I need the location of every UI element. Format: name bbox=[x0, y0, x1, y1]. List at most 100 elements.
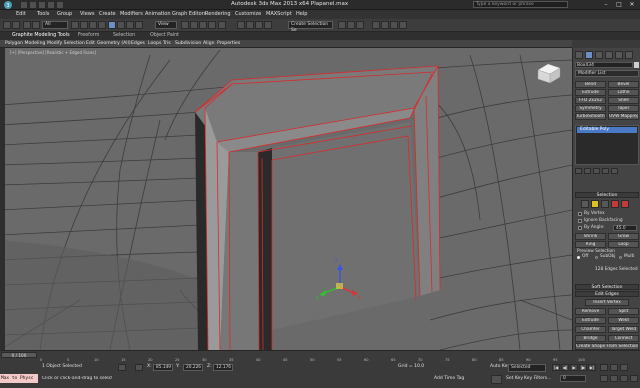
bend-button[interactable]: Bend bbox=[575, 81, 606, 88]
ribbon-properties[interactable]: Properties bbox=[217, 41, 240, 46]
layer-manager-icon[interactable] bbox=[255, 21, 263, 29]
menu-customize[interactable]: Customize bbox=[235, 11, 261, 17]
align-icon[interactable] bbox=[246, 21, 254, 29]
ring-button[interactable]: Ring bbox=[575, 241, 606, 248]
open-icon[interactable] bbox=[29, 1, 37, 9]
selected-keys-dropdown[interactable]: Selected bbox=[508, 364, 546, 372]
add-time-tag-button[interactable]: Add Time Tag bbox=[434, 376, 464, 381]
lathe-button[interactable]: Lathe bbox=[608, 89, 639, 96]
percent-snap-icon[interactable] bbox=[199, 21, 207, 29]
absolute-mode-icon[interactable] bbox=[135, 364, 143, 371]
symmetry-button[interactable]: Symmetry bbox=[575, 105, 606, 112]
display-tab-icon[interactable] bbox=[615, 51, 623, 59]
uvw-mapping-clear-button[interactable]: UVW Mapping Cle bbox=[608, 113, 639, 120]
object-name-field[interactable]: Box434 bbox=[575, 62, 633, 68]
render-setup-icon[interactable] bbox=[372, 21, 380, 29]
material-editor-icon[interactable] bbox=[356, 21, 364, 29]
lock-selection-icon[interactable] bbox=[118, 364, 126, 371]
move-icon[interactable] bbox=[108, 21, 116, 29]
unlink-icon[interactable] bbox=[32, 21, 40, 29]
pan-icon[interactable] bbox=[610, 375, 618, 382]
schematic-view-icon[interactable] bbox=[347, 21, 355, 29]
new-icon[interactable] bbox=[20, 1, 28, 9]
edge-mode-icon[interactable] bbox=[591, 200, 599, 208]
ribbon-polygon-modeling[interactable]: Polygon Modeling bbox=[5, 41, 45, 46]
menu-help[interactable]: Help bbox=[296, 11, 307, 17]
current-frame-field[interactable]: 0 bbox=[560, 375, 586, 382]
timeline[interactable]: 0 / 100 0 5 10 15 20 25 30 35 40 45 50 5… bbox=[0, 350, 640, 362]
zoom-extents-icon[interactable] bbox=[620, 364, 628, 371]
minimize-button[interactable]: – bbox=[600, 1, 612, 9]
ribbon-geometry[interactable]: Geometry (All) bbox=[97, 41, 131, 46]
extrude-mod-button[interactable]: Extrude bbox=[575, 89, 606, 96]
shrink-button[interactable]: Shrink bbox=[575, 233, 606, 240]
pivot-icon[interactable] bbox=[135, 21, 143, 29]
save-icon[interactable] bbox=[38, 1, 46, 9]
menu-maxscript[interactable]: MAXScript bbox=[266, 11, 292, 17]
create-tab-icon[interactable] bbox=[575, 51, 583, 59]
next-frame-icon[interactable]: |▶ bbox=[579, 364, 587, 371]
menu-tools[interactable]: Tools bbox=[37, 11, 49, 17]
tab-selection[interactable]: Selection bbox=[113, 33, 135, 38]
close-button[interactable]: ✕ bbox=[626, 1, 638, 9]
ribbon-modify-selection[interactable]: Modify Selection bbox=[47, 41, 85, 46]
utilities-tab-icon[interactable] bbox=[625, 51, 633, 59]
reference-coordinate-dropdown[interactable]: View bbox=[155, 21, 177, 29]
hierarchy-tab-icon[interactable] bbox=[595, 51, 603, 59]
set-key-button[interactable]: Set Key bbox=[506, 376, 523, 381]
configure-sets-icon[interactable] bbox=[611, 168, 618, 174]
snaps-toggle-icon[interactable] bbox=[181, 21, 189, 29]
menu-graph-editors[interactable]: Graph Editors bbox=[172, 11, 206, 17]
undo-toolbar-icon[interactable] bbox=[3, 21, 11, 29]
ribbon-edit[interactable]: Edit bbox=[86, 41, 95, 46]
menu-create[interactable]: Create bbox=[99, 11, 116, 17]
menu-group[interactable]: Group bbox=[57, 11, 72, 17]
ribbon-subdivision[interactable]: Subdivision bbox=[175, 41, 201, 46]
weld-button[interactable]: Weld bbox=[608, 317, 639, 324]
field-of-view-icon[interactable] bbox=[600, 375, 608, 382]
redo-toolbar-icon[interactable] bbox=[12, 21, 20, 29]
viewcube-icon[interactable] bbox=[536, 62, 562, 84]
insert-vertex-button[interactable]: Insert Vertex bbox=[585, 299, 629, 306]
preview-subobj-radio[interactable] bbox=[595, 256, 598, 259]
curve-editor-icon[interactable] bbox=[338, 21, 346, 29]
undo-icon[interactable] bbox=[47, 1, 55, 9]
rotate-icon[interactable] bbox=[117, 21, 125, 29]
split-button[interactable]: Split bbox=[608, 308, 639, 315]
set-key-icon[interactable] bbox=[491, 375, 502, 384]
bevel-button[interactable]: Bevel bbox=[608, 81, 639, 88]
window-crossing-icon[interactable] bbox=[98, 21, 106, 29]
rendered-frame-icon[interactable] bbox=[381, 21, 389, 29]
menu-rendering[interactable]: Rendering bbox=[205, 11, 231, 17]
motion-tab-icon[interactable] bbox=[605, 51, 613, 59]
tab-graphite-modeling-tools[interactable]: Graphite Modeling Tools bbox=[12, 33, 70, 38]
ribbon-edges[interactable]: Edges bbox=[131, 41, 145, 46]
link-icon[interactable] bbox=[23, 21, 31, 29]
turbosmooth-button[interactable]: TurboSmooth bbox=[575, 113, 606, 120]
time-slider[interactable]: 0 / 100 bbox=[1, 352, 37, 358]
zoom-icon[interactable] bbox=[600, 364, 608, 371]
target-weld-button[interactable]: Target Weld bbox=[608, 326, 639, 333]
ribbon-loops[interactable]: Loops bbox=[148, 41, 161, 46]
menu-animation[interactable]: Animation bbox=[145, 11, 171, 17]
rectangular-selection-icon[interactable] bbox=[89, 21, 97, 29]
maxscript-listener[interactable]: Max to Physc bbox=[0, 374, 38, 383]
z-coordinate-field[interactable]: 12.176 bbox=[213, 364, 233, 371]
border-mode-icon[interactable] bbox=[601, 200, 609, 208]
app-logo-icon[interactable]: 3 bbox=[2, 0, 16, 10]
element-mode-icon[interactable] bbox=[621, 200, 629, 208]
vertex-mode-icon[interactable] bbox=[581, 200, 589, 208]
ignore-backfacing-checkbox[interactable] bbox=[578, 219, 582, 223]
search-input[interactable]: Type a keyword or phrase bbox=[473, 1, 568, 8]
play-icon[interactable]: ▶ bbox=[570, 364, 578, 371]
modify-tab-icon[interactable] bbox=[585, 51, 593, 59]
grow-button[interactable]: Grow bbox=[608, 233, 639, 240]
named-selection-set-dropdown[interactable]: Create Selection Se bbox=[288, 21, 333, 33]
extrude-button[interactable]: Extrude bbox=[575, 317, 606, 324]
shell-button[interactable]: Shell bbox=[608, 97, 639, 104]
remove-button[interactable]: Remove bbox=[575, 308, 606, 315]
scale-icon[interactable] bbox=[126, 21, 134, 29]
select-by-name-icon[interactable] bbox=[80, 21, 88, 29]
menu-views[interactable]: Views bbox=[80, 11, 94, 17]
stack-item-editable-poly[interactable]: Editable Poly bbox=[577, 127, 637, 133]
